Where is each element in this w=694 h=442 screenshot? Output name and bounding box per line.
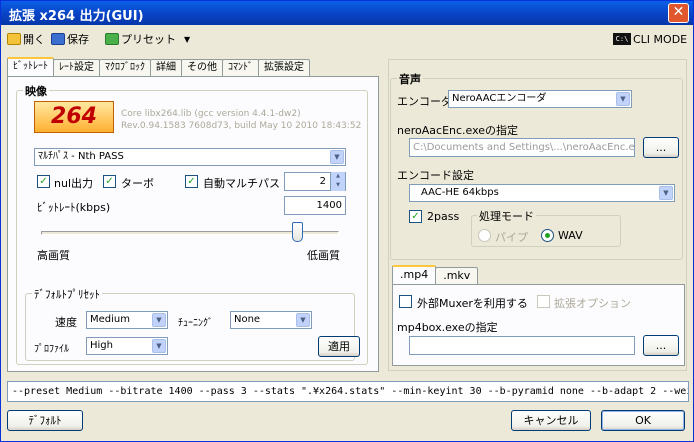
save-label: 保存 [67, 33, 89, 46]
speed-select[interactable]: Medium ▼ [86, 311, 168, 329]
spin-up-icon: ▲ [336, 173, 340, 179]
tab-mp4[interactable]: .mp4 [392, 265, 437, 284]
nero-exe-path-input[interactable]: C:\Documents and Settings\...\neroAacEnc… [409, 138, 635, 157]
preset-icon [105, 33, 119, 45]
cli-mode-label: CLI MODE [633, 32, 688, 46]
settings-tab-strip: ﾋﾞｯﾄﾚｰﾄ ﾚｰﾄ設定 ﾏｸﾛﾌﾞﾛｯｸ 詳細 その他 ｺﾏﾝﾄﾞ 拡張設定 [7, 57, 310, 76]
cli-mode-button[interactable]: C:\ CLI MODE [613, 31, 687, 47]
audio-encoder-value: NeroAACエンコーダ [452, 93, 547, 104]
speed-value: Medium [90, 314, 130, 325]
tab-mkv[interactable]: .mkv [435, 267, 479, 284]
bitrate-value: 1400 [316, 200, 342, 211]
chevron-down-icon: ▼ [659, 186, 673, 200]
preset-button[interactable]: プリセット ▼ [105, 31, 190, 47]
nero-exe-browse-button[interactable]: ... [643, 137, 679, 158]
nero-exe-path-value: C:\Documents and Settings\...\neroAacEnc… [413, 142, 635, 153]
pass-count-value: 2 [319, 176, 326, 187]
extended-option-label: 拡張オプション [554, 297, 631, 310]
tab-details[interactable]: 詳細 [150, 59, 182, 76]
pass-count-spinner[interactable]: ▲ ▼ [330, 172, 345, 191]
nul-output-label: nul出力 [54, 177, 93, 190]
auto-multipass-checkbox[interactable]: ✓ [185, 175, 198, 188]
command-line-preview[interactable]: --preset Medium --bitrate 1400 --pass 3 … [7, 381, 689, 402]
chevron-down-icon: ▼ [330, 150, 344, 164]
apply-button[interactable]: 適用 [318, 336, 360, 357]
process-mode-label: 処理モード [477, 208, 536, 224]
encode-settings-label: エンコード設定 [397, 169, 474, 182]
profile-select[interactable]: High ▼ [86, 337, 168, 355]
wav-radio[interactable] [541, 229, 554, 242]
core-version-text: Core libx264.lib (gcc version 4.4.1-dw2) [121, 109, 301, 119]
radio-dot-icon [545, 233, 550, 238]
mp4box-path-input[interactable] [409, 336, 635, 355]
save-button[interactable]: 保存 [51, 31, 89, 47]
tab-macroblock[interactable]: ﾏｸﾛﾌﾞﾛｯｸ [99, 59, 151, 76]
encoder-label: エンコーダ [397, 95, 452, 108]
profile-value: High [90, 340, 113, 351]
command-line-text: --preset Medium --bitrate 1400 --pass 3 … [12, 386, 688, 397]
tab-extended[interactable]: 拡張設定 [258, 59, 310, 76]
audio-settings-value: AAC-HE 64kbps [421, 187, 499, 198]
open-button[interactable]: 開く [7, 31, 45, 47]
extended-option-checkbox[interactable] [537, 295, 550, 308]
quality-slider-thumb[interactable] [292, 222, 304, 242]
wav-label: WAV [558, 229, 583, 242]
main-window: 拡張 x264 出力(GUI) ✕ 開く 保存 プリセット ▼ C:\ CLI … [0, 0, 694, 442]
preset-label: プリセット [121, 33, 176, 46]
video-group-label: 映像 [23, 83, 49, 99]
default-preset-label: ﾃﾞﾌｫﾙﾄﾌﾟﾘｾｯﾄ [32, 286, 102, 302]
two-pass-checkbox[interactable]: ✓ [409, 210, 422, 223]
external-muxer-checkbox[interactable] [399, 295, 412, 308]
speed-label: 速度 [55, 316, 77, 329]
audio-settings-select[interactable]: AAC-HE 64kbps ▼ [409, 184, 675, 202]
encode-mode-value: ﾏﾙﾁﾊﾟｽ - Nth PASS [38, 151, 124, 162]
audio-encoder-select[interactable]: NeroAACエンコーダ ▼ [448, 90, 632, 108]
open-label: 開く [23, 33, 45, 46]
chevron-down-icon: ▼ [152, 313, 166, 327]
tab-command[interactable]: ｺﾏﾝﾄﾞ [222, 59, 259, 76]
mp4box-exe-label: mp4box.exeの指定 [397, 321, 498, 334]
title-bar[interactable]: 拡張 x264 出力(GUI) ✕ [1, 1, 693, 25]
chevron-down-icon: ▼ [616, 92, 630, 106]
bitrate-label: ﾋﾞｯﾄﾚｰﾄ(kbps) [37, 201, 111, 214]
low-quality-label: 低画質 [307, 249, 340, 262]
cli-icon: C:\ [613, 33, 631, 45]
dropdown-arrow-icon: ▼ [184, 34, 191, 44]
tuning-select[interactable]: None ▼ [230, 311, 312, 329]
turbo-checkbox[interactable]: ✓ [103, 175, 116, 188]
spin-down-icon: ▼ [336, 182, 340, 188]
encode-mode-select[interactable]: ﾏﾙﾁﾊﾟｽ - Nth PASS ▼ [34, 148, 346, 166]
chevron-down-icon: ▼ [296, 313, 310, 327]
nero-exe-label: neroAacEnc.exeの指定 [397, 124, 519, 137]
tuning-label: ﾁｭｰﾆﾝｸﾞ [178, 318, 213, 329]
tuning-value: None [234, 314, 261, 325]
floppy-disk-icon [51, 33, 65, 45]
nul-output-checkbox[interactable]: ✓ [37, 175, 50, 188]
window-title: 拡張 x264 出力(GUI) [9, 9, 144, 24]
revision-text: Rev.0.94.1583 7608d73, build May 10 2010… [121, 121, 362, 131]
chevron-down-icon: ▼ [152, 339, 166, 353]
pipe-radio[interactable] [478, 229, 491, 242]
external-muxer-label: 外部Muxerを利用する [417, 297, 528, 310]
bitrate-input[interactable]: 1400 [284, 196, 346, 215]
container-tab-strip: .mp4 .mkv [392, 265, 479, 284]
tab-bitrate[interactable]: ﾋﾞｯﾄﾚｰﾄ [7, 57, 54, 76]
x264-logo: 264 [34, 101, 114, 133]
two-pass-label: 2pass [427, 210, 460, 223]
tab-other[interactable]: その他 [181, 59, 223, 76]
ok-button[interactable]: OK [601, 410, 685, 431]
pipe-label: パイプ [495, 231, 528, 244]
tab-rate-settings[interactable]: ﾚｰﾄ設定 [53, 59, 100, 76]
folder-icon [7, 33, 21, 45]
default-button[interactable]: ﾃﾞﾌｫﾙﾄ [7, 410, 83, 431]
turbo-label: ターボ [121, 177, 154, 190]
mp4box-browse-button[interactable]: ... [643, 335, 679, 356]
high-quality-label: 高画質 [37, 249, 70, 262]
cancel-button[interactable]: キャンセル [511, 410, 591, 431]
profile-label: ﾌﾟﾛﾌｧｲﾙ [34, 344, 69, 355]
auto-multipass-label: 自動マルチパス [203, 177, 280, 190]
close-button[interactable]: ✕ [668, 3, 689, 23]
audio-group-label: 音声 [397, 71, 423, 87]
toolbar: 開く 保存 プリセット ▼ C:\ CLI MODE [1, 27, 693, 51]
